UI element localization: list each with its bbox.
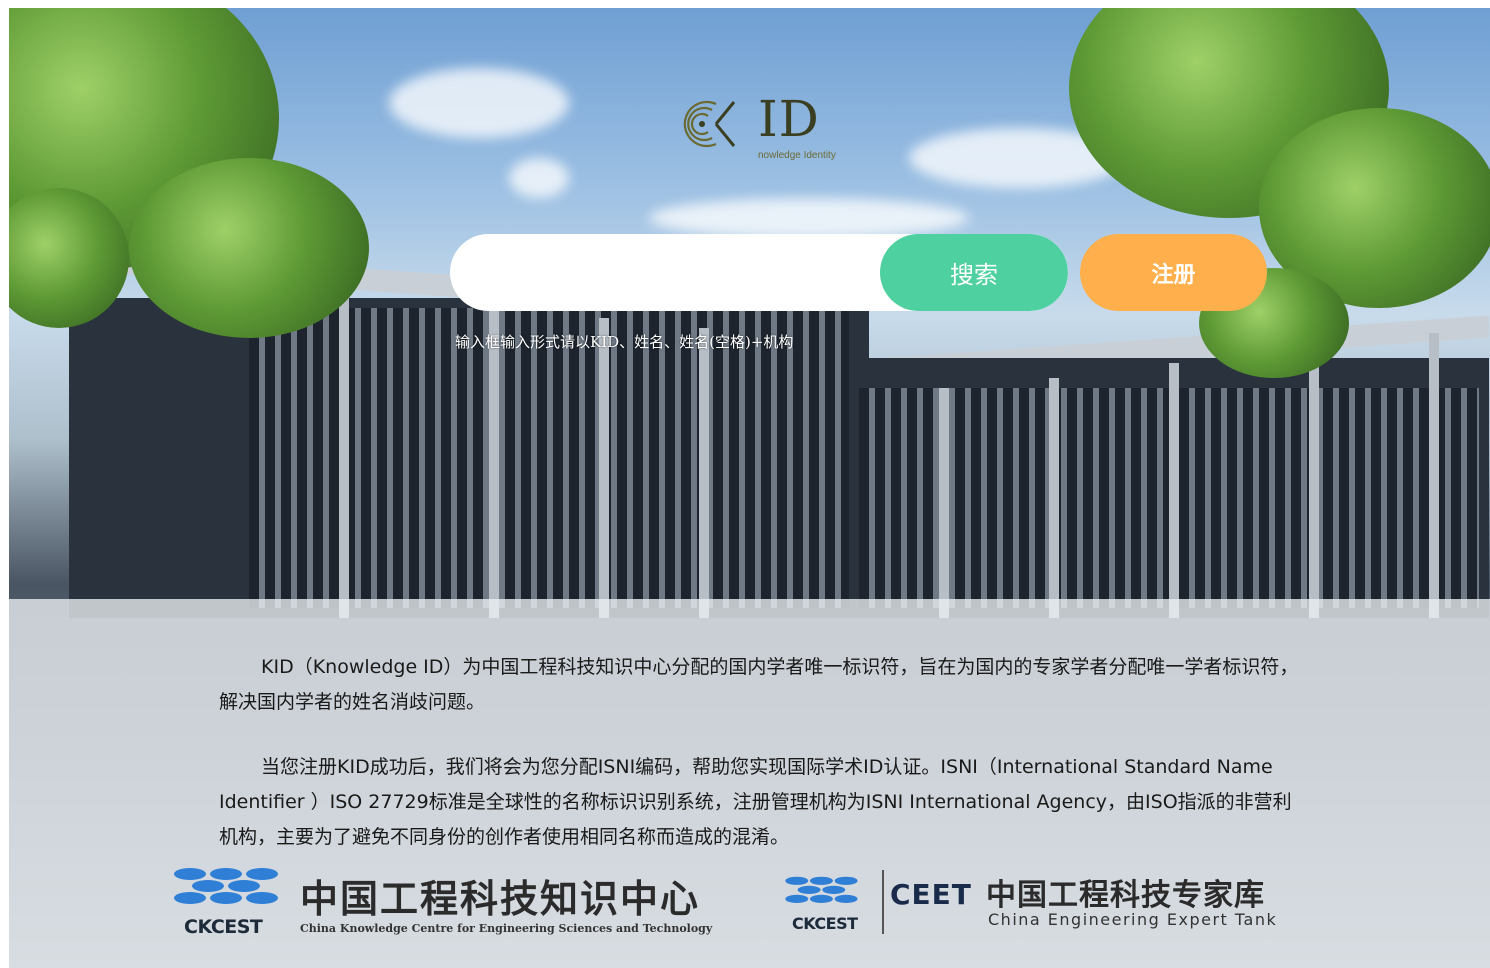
search-bar: 搜索 [450, 234, 1068, 311]
intro-paragraph-kid: KID（Knowledge ID）为中国工程科技知识中心分配的国内学者唯一标识符… [219, 656, 1299, 713]
intro-paragraph-isni: 当您注册KID成功后，我们将会为您分配ISNI编码，帮助您实现国际学术ID认证。… [219, 756, 1292, 848]
kid-home-page: ID nowledge Identity 搜索 注册 输入框输入形式请以KID、… [0, 0, 1490, 968]
building-pillar [1309, 348, 1319, 618]
ckcest-name-cn: 中国工程科技知识中心 [300, 877, 701, 921]
ceet-mark: CEET [890, 878, 972, 911]
search-input[interactable] [450, 234, 890, 311]
cloud-shape [649, 198, 969, 238]
building-pillar [939, 388, 949, 618]
building-pillar [1429, 333, 1439, 618]
building-pillar [699, 328, 709, 618]
kid-logo[interactable]: ID nowledge Identity [676, 88, 856, 164]
building-pillar [599, 318, 609, 618]
ckcest-name-en: China Knowledge Centre for Engineering S… [300, 922, 713, 935]
building-pillar [1169, 363, 1179, 618]
ceet-name-cn: 中国工程科技专家库 [986, 878, 1265, 913]
ceet-ckcest-abbr: CKCEST [792, 914, 858, 933]
logo-subtitle: nowledge Identity [758, 150, 836, 161]
search-button[interactable]: 搜索 [880, 234, 1068, 311]
search-hint: 输入框输入形式请以KID、姓名、姓名(空格)+机构 [455, 333, 794, 351]
register-button[interactable]: 注册 [1080, 234, 1267, 311]
building-pillar [339, 298, 349, 618]
logo-divider [882, 870, 884, 934]
ceet-logo[interactable]: CKCEST CEET 中国工程科技专家库 China Engineering … [782, 862, 1307, 942]
ceet-name-en: China Engineering Expert Tank [988, 910, 1278, 929]
ckcest-logo[interactable]: CKCEST 中国工程科技知识中心 China Knowledge Centre… [170, 862, 730, 942]
cloud-shape [389, 68, 569, 138]
cloud-shape [509, 158, 569, 198]
building-pillar [1049, 378, 1059, 618]
logo-text: ID [758, 90, 820, 148]
building-pillar [489, 308, 499, 618]
tree-foliage [129, 158, 369, 338]
ckcest-abbr: CKCEST [184, 916, 263, 938]
kid-logo-icon [683, 100, 736, 148]
